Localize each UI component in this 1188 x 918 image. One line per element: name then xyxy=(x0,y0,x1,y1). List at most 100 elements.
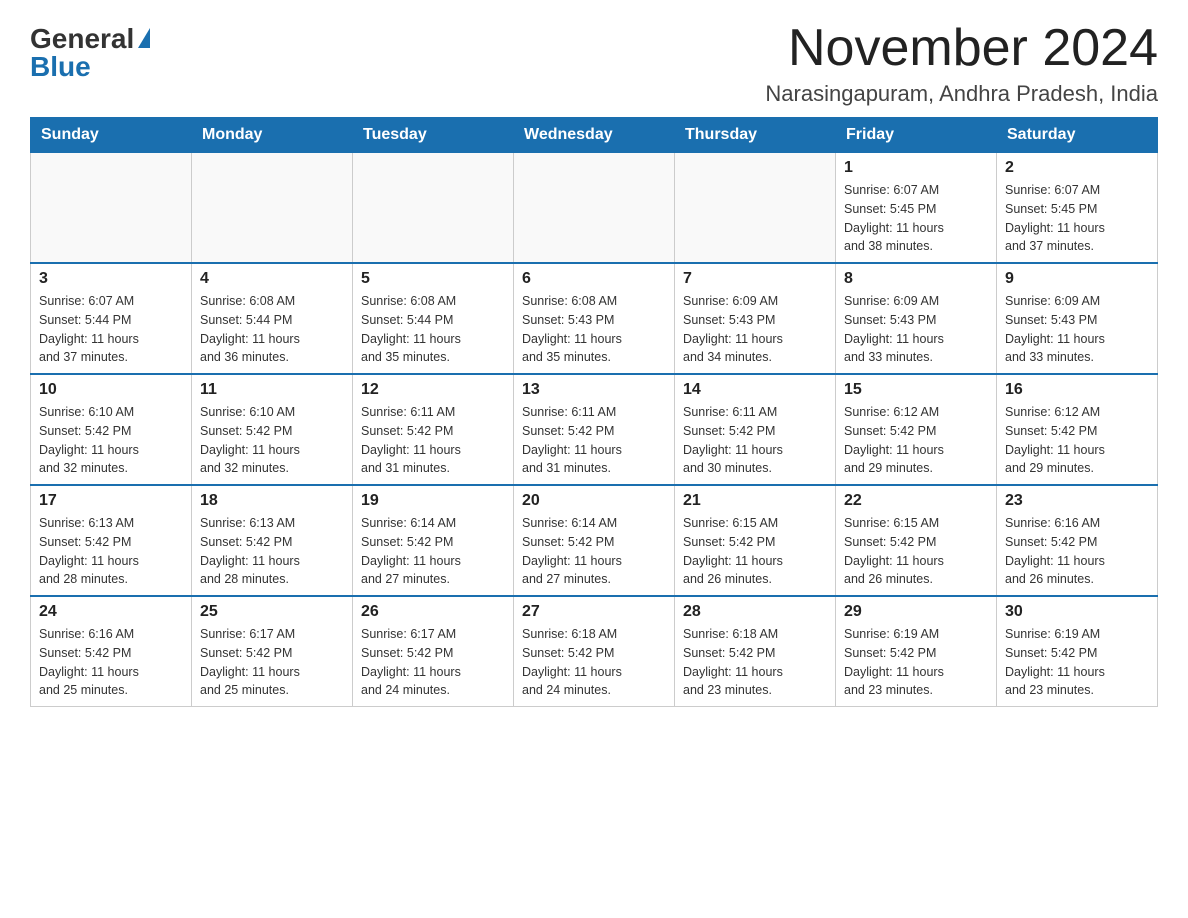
day-number: 29 xyxy=(844,603,988,621)
day-info: Sunrise: 6:17 AMSunset: 5:42 PMDaylight:… xyxy=(200,625,344,700)
day-number: 20 xyxy=(522,492,666,510)
weekday-header-sunday: Sunday xyxy=(31,118,192,153)
calendar-week-row: 3 Sunrise: 6:07 AMSunset: 5:44 PMDaylight… xyxy=(31,263,1158,374)
day-number: 11 xyxy=(200,381,344,399)
day-info: Sunrise: 6:13 AMSunset: 5:42 PMDaylight:… xyxy=(39,514,183,589)
calendar-cell: 2 Sunrise: 6:07 AMSunset: 5:45 PMDaylight… xyxy=(997,153,1158,264)
day-number: 23 xyxy=(1005,492,1149,510)
weekday-header-saturday: Saturday xyxy=(997,118,1158,153)
logo: General Blue xyxy=(30,20,150,81)
location-text: Narasingapuram, Andhra Pradesh, India xyxy=(765,81,1158,107)
day-number: 26 xyxy=(361,603,505,621)
day-info: Sunrise: 6:07 AMSunset: 5:44 PMDaylight:… xyxy=(39,292,183,367)
weekday-header-tuesday: Tuesday xyxy=(353,118,514,153)
day-number: 14 xyxy=(683,381,827,399)
day-info: Sunrise: 6:08 AMSunset: 5:43 PMDaylight:… xyxy=(522,292,666,367)
calendar-cell: 22 Sunrise: 6:15 AMSunset: 5:42 PMDayligh… xyxy=(836,485,997,596)
day-info: Sunrise: 6:12 AMSunset: 5:42 PMDaylight:… xyxy=(844,403,988,478)
day-info: Sunrise: 6:15 AMSunset: 5:42 PMDaylight:… xyxy=(844,514,988,589)
day-number: 27 xyxy=(522,603,666,621)
weekday-header-friday: Friday xyxy=(836,118,997,153)
calendar-cell: 9Sunrise: 6:09 AMSunset: 5:43 PMDaylight… xyxy=(997,263,1158,374)
calendar-cell: 3 Sunrise: 6:07 AMSunset: 5:44 PMDaylight… xyxy=(31,263,192,374)
calendar-cell: 24 Sunrise: 6:16 AMSunset: 5:42 PMDayligh… xyxy=(31,596,192,707)
day-info: Sunrise: 6:10 AMSunset: 5:42 PMDaylight:… xyxy=(200,403,344,478)
calendar-cell: 23 Sunrise: 6:16 AMSunset: 5:42 PMDayligh… xyxy=(997,485,1158,596)
calendar-table: SundayMondayTuesdayWednesdayThursdayFrid… xyxy=(30,117,1158,707)
weekday-header-monday: Monday xyxy=(192,118,353,153)
calendar-cell: 14 Sunrise: 6:11 AMSunset: 5:42 PMDayligh… xyxy=(675,374,836,485)
day-number: 13 xyxy=(522,381,666,399)
month-title: November 2024 xyxy=(765,20,1158,77)
day-number: 28 xyxy=(683,603,827,621)
day-info: Sunrise: 6:12 AMSunset: 5:42 PMDaylight:… xyxy=(1005,403,1149,478)
day-number: 22 xyxy=(844,492,988,510)
day-number: 8 xyxy=(844,270,988,288)
day-number: 25 xyxy=(200,603,344,621)
day-number: 7 xyxy=(683,270,827,288)
day-info: Sunrise: 6:16 AMSunset: 5:42 PMDaylight:… xyxy=(39,625,183,700)
day-info: Sunrise: 6:17 AMSunset: 5:42 PMDaylight:… xyxy=(361,625,505,700)
calendar-cell: 5Sunrise: 6:08 AMSunset: 5:44 PMDaylight… xyxy=(353,263,514,374)
calendar-cell: 20 Sunrise: 6:14 AMSunset: 5:42 PMDayligh… xyxy=(514,485,675,596)
weekday-header-thursday: Thursday xyxy=(675,118,836,153)
logo-general-text: General xyxy=(30,25,134,53)
day-info: Sunrise: 6:09 AMSunset: 5:43 PMDaylight:… xyxy=(683,292,827,367)
day-info: Sunrise: 6:08 AMSunset: 5:44 PMDaylight:… xyxy=(361,292,505,367)
calendar-cell xyxy=(353,153,514,264)
day-info: Sunrise: 6:08 AMSunset: 5:44 PMDaylight:… xyxy=(200,292,344,367)
calendar-cell: 17 Sunrise: 6:13 AMSunset: 5:42 PMDayligh… xyxy=(31,485,192,596)
day-info: Sunrise: 6:16 AMSunset: 5:42 PMDaylight:… xyxy=(1005,514,1149,589)
calendar-cell xyxy=(31,153,192,264)
logo-triangle-icon xyxy=(138,28,150,48)
day-info: Sunrise: 6:18 AMSunset: 5:42 PMDaylight:… xyxy=(522,625,666,700)
calendar-week-row: 24 Sunrise: 6:16 AMSunset: 5:42 PMDayligh… xyxy=(31,596,1158,707)
day-info: Sunrise: 6:14 AMSunset: 5:42 PMDaylight:… xyxy=(522,514,666,589)
title-area: November 2024 Narasingapuram, Andhra Pra… xyxy=(765,20,1158,107)
calendar-cell: 15 Sunrise: 6:12 AMSunset: 5:42 PMDayligh… xyxy=(836,374,997,485)
calendar-week-row: 10Sunrise: 6:10 AMSunset: 5:42 PMDayligh… xyxy=(31,374,1158,485)
calendar-cell: 26 Sunrise: 6:17 AMSunset: 5:42 PMDayligh… xyxy=(353,596,514,707)
calendar-cell: 11 Sunrise: 6:10 AMSunset: 5:42 PMDayligh… xyxy=(192,374,353,485)
calendar-cell: 13 Sunrise: 6:11 AMSunset: 5:42 PMDayligh… xyxy=(514,374,675,485)
calendar-cell: 21Sunrise: 6:15 AMSunset: 5:42 PMDayligh… xyxy=(675,485,836,596)
day-info: Sunrise: 6:11 AMSunset: 5:42 PMDaylight:… xyxy=(683,403,827,478)
calendar-cell: 16Sunrise: 6:12 AMSunset: 5:42 PMDayligh… xyxy=(997,374,1158,485)
day-info: Sunrise: 6:09 AMSunset: 5:43 PMDaylight:… xyxy=(844,292,988,367)
day-number: 3 xyxy=(39,270,183,288)
day-info: Sunrise: 6:15 AMSunset: 5:42 PMDaylight:… xyxy=(683,514,827,589)
calendar-cell: 8 Sunrise: 6:09 AMSunset: 5:43 PMDaylight… xyxy=(836,263,997,374)
calendar-cell: 12 Sunrise: 6:11 AMSunset: 5:42 PMDayligh… xyxy=(353,374,514,485)
calendar-header-row: SundayMondayTuesdayWednesdayThursdayFrid… xyxy=(31,118,1158,153)
calendar-cell xyxy=(514,153,675,264)
calendar-cell: 27 Sunrise: 6:18 AMSunset: 5:42 PMDayligh… xyxy=(514,596,675,707)
logo-blue-text: Blue xyxy=(30,53,91,81)
calendar-week-row: 1Sunrise: 6:07 AMSunset: 5:45 PMDaylight… xyxy=(31,153,1158,264)
page-header: General Blue November 2024 Narasingapura… xyxy=(30,20,1158,107)
day-info: Sunrise: 6:18 AMSunset: 5:42 PMDaylight:… xyxy=(683,625,827,700)
calendar-cell: 1Sunrise: 6:07 AMSunset: 5:45 PMDaylight… xyxy=(836,153,997,264)
day-info: Sunrise: 6:07 AMSunset: 5:45 PMDaylight:… xyxy=(1005,181,1149,256)
day-number: 24 xyxy=(39,603,183,621)
calendar-cell: 6Sunrise: 6:08 AMSunset: 5:43 PMDaylight… xyxy=(514,263,675,374)
calendar-cell: 28 Sunrise: 6:18 AMSunset: 5:42 PMDayligh… xyxy=(675,596,836,707)
day-info: Sunrise: 6:09 AMSunset: 5:43 PMDaylight:… xyxy=(1005,292,1149,367)
day-number: 2 xyxy=(1005,159,1149,177)
calendar-cell xyxy=(675,153,836,264)
day-number: 19 xyxy=(361,492,505,510)
day-info: Sunrise: 6:14 AMSunset: 5:42 PMDaylight:… xyxy=(361,514,505,589)
day-number: 18 xyxy=(200,492,344,510)
day-info: Sunrise: 6:13 AMSunset: 5:42 PMDaylight:… xyxy=(200,514,344,589)
day-info: Sunrise: 6:11 AMSunset: 5:42 PMDaylight:… xyxy=(522,403,666,478)
calendar-cell: 4Sunrise: 6:08 AMSunset: 5:44 PMDaylight… xyxy=(192,263,353,374)
calendar-cell: 30Sunrise: 6:19 AMSunset: 5:42 PMDayligh… xyxy=(997,596,1158,707)
day-number: 12 xyxy=(361,381,505,399)
day-info: Sunrise: 6:19 AMSunset: 5:42 PMDaylight:… xyxy=(844,625,988,700)
day-number: 15 xyxy=(844,381,988,399)
day-number: 17 xyxy=(39,492,183,510)
day-info: Sunrise: 6:19 AMSunset: 5:42 PMDaylight:… xyxy=(1005,625,1149,700)
calendar-cell: 25 Sunrise: 6:17 AMSunset: 5:42 PMDayligh… xyxy=(192,596,353,707)
calendar-cell: 7 Sunrise: 6:09 AMSunset: 5:43 PMDaylight… xyxy=(675,263,836,374)
day-info: Sunrise: 6:11 AMSunset: 5:42 PMDaylight:… xyxy=(361,403,505,478)
day-info: Sunrise: 6:07 AMSunset: 5:45 PMDaylight:… xyxy=(844,181,988,256)
